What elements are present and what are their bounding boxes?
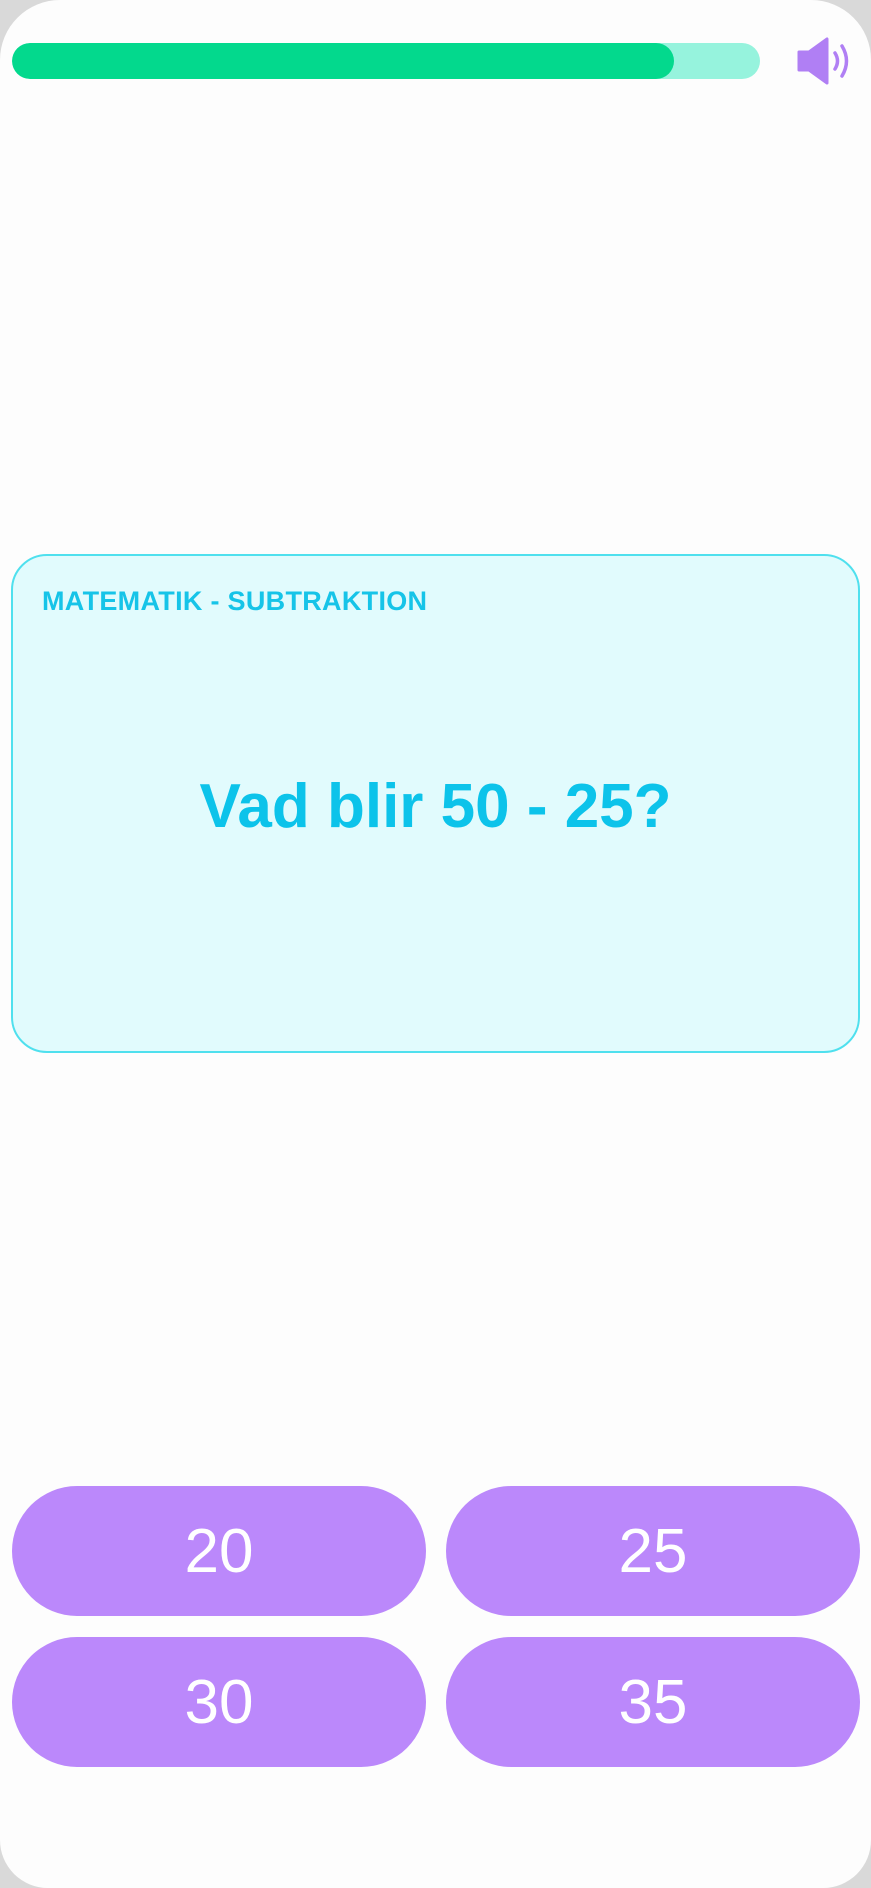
answer-button-2[interactable]: 25 — [446, 1486, 860, 1616]
answer-button-3[interactable]: 30 — [12, 1637, 426, 1767]
progress-bar — [12, 43, 760, 79]
answer-button-1[interactable]: 20 — [12, 1486, 426, 1616]
answer-button-4[interactable]: 35 — [446, 1637, 860, 1767]
answer-grid: 20 25 30 35 — [12, 1486, 860, 1767]
sound-button[interactable] — [796, 32, 856, 90]
speaker-icon — [797, 37, 849, 85]
question-text: Vad blir 50 - 25? — [199, 772, 672, 841]
subject-label: MATEMATIK - SUBTRAKTION — [42, 586, 428, 616]
progress-fill — [12, 43, 674, 79]
quiz-screen: MATEMATIK - SUBTRAKTION Vad blir 50 - 25… — [0, 0, 871, 1888]
question-card: MATEMATIK - SUBTRAKTION Vad blir 50 - 25… — [11, 554, 860, 1053]
